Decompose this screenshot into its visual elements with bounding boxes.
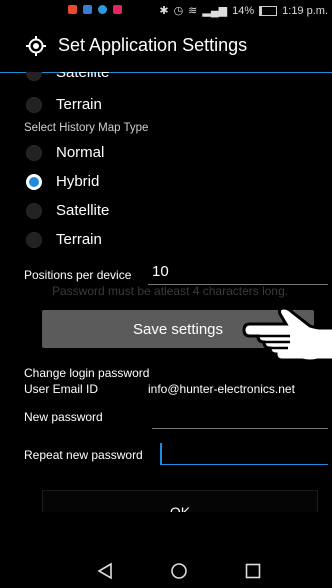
radio-label: Satellite: [56, 72, 110, 81]
radio-button[interactable]: [26, 144, 42, 161]
signal-icon: ▂▄▆: [202, 5, 228, 17]
new-password-label: New password: [24, 410, 103, 424]
text-cursor: [160, 443, 162, 464]
repeat-password-underline: [160, 464, 328, 465]
app-bar: Set Application Settings: [0, 20, 332, 73]
page-title: Set Application Settings: [58, 35, 248, 55]
pointing-hand-icon: [242, 306, 332, 363]
radio-label: Terrain: [56, 96, 102, 113]
status-bar: ✱ ◷ ≋ ▂▄▆ 14% 1:19 p.m.: [0, 0, 332, 20]
system-icons: ✱ ◷ ≋ ▂▄▆ 14% 1:19 p.m.: [159, 4, 328, 18]
radio-label: Normal: [56, 144, 105, 161]
radio-satellite[interactable]: Satellite: [26, 202, 109, 219]
radio-label: Hybrid: [56, 173, 100, 190]
email-label: User Email ID: [24, 382, 99, 396]
email-value: info@hunter-electronics.net: [148, 382, 295, 396]
locator-icon: [26, 36, 46, 56]
positions-label: Positions per device: [24, 268, 132, 282]
back-icon[interactable]: [96, 562, 114, 580]
alarm-icon: ◷: [173, 5, 184, 17]
bluetooth-icon: ✱: [159, 5, 169, 17]
new-password-field[interactable]: [155, 410, 327, 426]
radio-button[interactable]: [26, 231, 42, 248]
notification-icon: [83, 5, 92, 14]
radio-satellite-top[interactable]: Satellite: [26, 72, 109, 81]
radio-button-selected[interactable]: [26, 173, 42, 190]
wifi-icon: ≋: [188, 5, 198, 17]
history-map-label: Select History Map Type: [24, 122, 149, 134]
change-password-label: Change login password: [24, 366, 150, 380]
radio-normal[interactable]: Normal: [26, 144, 104, 161]
navigation-bar: [0, 554, 332, 588]
radio-hybrid[interactable]: Hybrid: [26, 173, 99, 190]
repeat-password-field[interactable]: [163, 444, 323, 462]
radio-label: Terrain: [56, 231, 102, 248]
radio-button[interactable]: [26, 72, 42, 81]
settings-scroll-area[interactable]: Satellite Terrain Select History Map Typ…: [0, 72, 332, 512]
battery-percent: 14%: [232, 4, 255, 17]
notification-icon: [113, 5, 122, 14]
radio-terrain-top[interactable]: Terrain: [26, 96, 102, 113]
repeat-password-label: Repeat new password: [24, 448, 143, 462]
battery-icon: [259, 5, 278, 16]
home-icon[interactable]: [170, 562, 188, 580]
password-hint: Password must be atleast 4 characters lo…: [52, 284, 289, 298]
radio-terrain[interactable]: Terrain: [26, 231, 102, 248]
notification-icons: [68, 5, 122, 14]
radio-label: Satellite: [56, 202, 110, 219]
notification-icon: [98, 5, 107, 14]
positions-input[interactable]: 10: [152, 263, 169, 280]
clock: 1:19 p.m.: [282, 4, 328, 17]
ok-button[interactable]: OK: [42, 490, 318, 512]
notification-icon: [68, 5, 77, 14]
new-password-underline: [152, 428, 328, 429]
recents-icon[interactable]: [244, 562, 262, 580]
radio-button[interactable]: [26, 202, 42, 219]
radio-button[interactable]: [26, 96, 42, 113]
